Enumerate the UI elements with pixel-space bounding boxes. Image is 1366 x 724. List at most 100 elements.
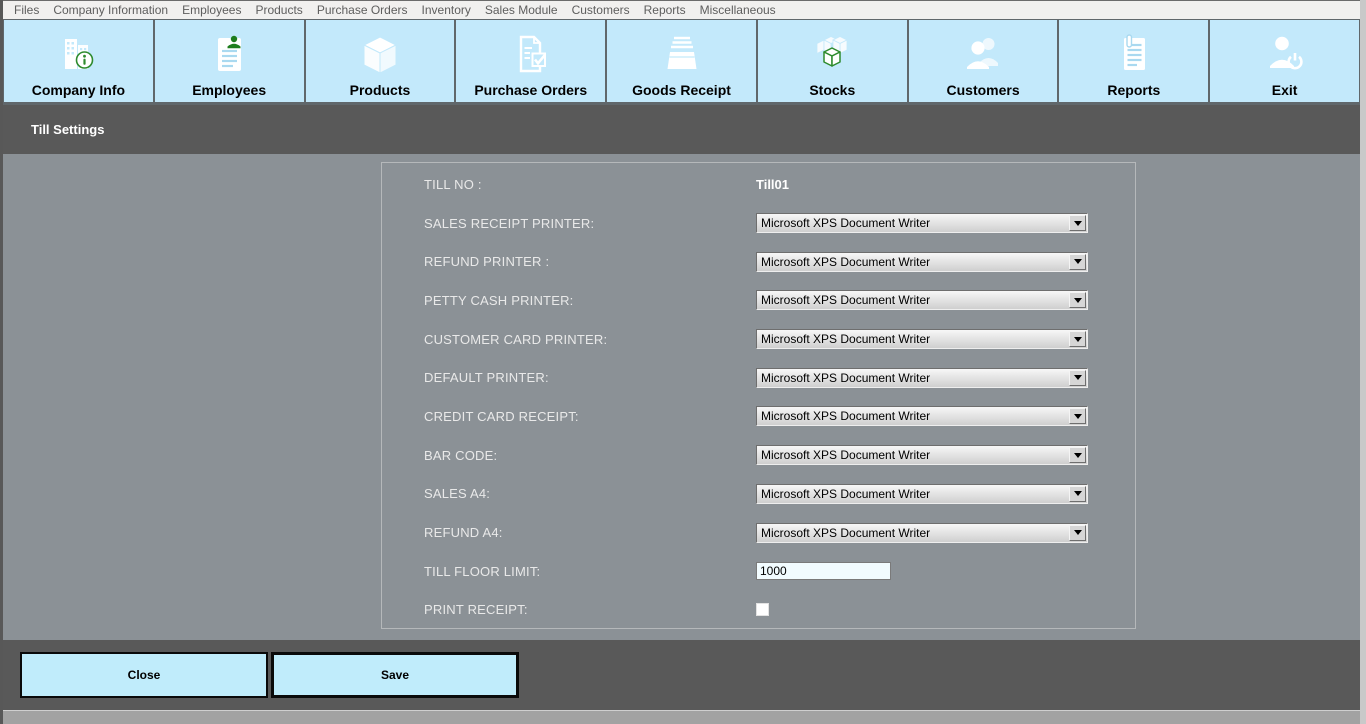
customer-card-printer-row: CUSTOMER CARD PRINTER: Microsoft XPS Doc… [382, 320, 1135, 359]
menu-purchase-orders[interactable]: Purchase Orders [310, 3, 415, 17]
chevron-down-icon[interactable] [1069, 292, 1086, 308]
toolbar-exit-button[interactable]: Exit [1210, 20, 1359, 102]
page-title: Till Settings [31, 122, 104, 137]
default-printer-row: DEFAULT PRINTER: Microsoft XPS Document … [382, 358, 1135, 397]
toolbar-purchase-orders-button[interactable]: Purchase Orders [456, 20, 605, 102]
save-button[interactable]: Save [271, 652, 519, 698]
till-no-row: TILL NO : Till01 [382, 165, 1135, 204]
goods-receipt-icon [658, 32, 706, 78]
sales-receipt-printer-dropdown[interactable]: Microsoft XPS Document Writer [756, 213, 1088, 233]
field-label: SALES RECEIPT PRINTER: [424, 216, 756, 231]
menu-sales-module[interactable]: Sales Module [478, 3, 565, 17]
products-icon [356, 32, 404, 78]
toolbar-goods-receipt-button[interactable]: Goods Receipt [607, 20, 756, 102]
credit-card-receipt-dropdown[interactable]: Microsoft XPS Document Writer [756, 406, 1088, 426]
field-label: SALES A4: [424, 486, 756, 501]
toolbar-label: Purchase Orders [474, 82, 587, 98]
field-label: TILL NO : [424, 177, 756, 192]
dropdown-value: Microsoft XPS Document Writer [757, 407, 1068, 425]
dropdown-value: Microsoft XPS Document Writer [757, 446, 1068, 464]
employees-icon [205, 32, 253, 78]
menu-inventory[interactable]: Inventory [415, 3, 478, 17]
till-floor-limit-row: TILL FLOOR LIMIT: [382, 552, 1135, 591]
toolbar-label: Products [350, 82, 411, 98]
reports-icon [1110, 32, 1158, 78]
refund-printer-dropdown[interactable]: Microsoft XPS Document Writer [756, 252, 1088, 272]
toolbar-customers-button[interactable]: Customers [909, 20, 1058, 102]
chevron-down-icon[interactable] [1069, 254, 1086, 270]
toolbar-label: Goods Receipt [632, 82, 731, 98]
field-label: REFUND A4: [424, 525, 756, 540]
petty-cash-printer-row: PETTY CASH PRINTER: Microsoft XPS Docume… [382, 281, 1135, 320]
field-label: BAR CODE: [424, 448, 756, 463]
purchase-orders-icon [507, 32, 555, 78]
sales-receipt-printer-row: SALES RECEIPT PRINTER: Microsoft XPS Doc… [382, 204, 1135, 243]
field-label: PRINT RECEIPT: [424, 602, 756, 617]
menu-employees[interactable]: Employees [175, 3, 248, 17]
menu-files[interactable]: Files [7, 3, 46, 17]
app-window: Files Company Information Employees Prod… [0, 0, 1366, 724]
toolbar-employees-button[interactable]: Employees [155, 20, 304, 102]
toolbar-reports-button[interactable]: Reports [1059, 20, 1208, 102]
sales-a4-row: SALES A4: Microsoft XPS Document Writer [382, 475, 1135, 514]
toolbar-label: Stocks [809, 82, 855, 98]
toolbar: Company Info Employees [3, 19, 1360, 105]
refund-a4-dropdown[interactable]: Microsoft XPS Document Writer [756, 523, 1088, 543]
menu-bar: Files Company Information Employees Prod… [3, 0, 1360, 19]
field-label: PETTY CASH PRINTER: [424, 293, 756, 308]
default-printer-dropdown[interactable]: Microsoft XPS Document Writer [756, 368, 1088, 388]
page-header: Till Settings [3, 105, 1360, 154]
stocks-icon [808, 32, 856, 78]
refund-a4-row: REFUND A4: Microsoft XPS Document Writer [382, 513, 1135, 552]
toolbar-label: Company Info [32, 82, 125, 98]
field-label: DEFAULT PRINTER: [424, 370, 756, 385]
till-floor-limit-input[interactable] [756, 562, 891, 580]
menu-products[interactable]: Products [248, 3, 309, 17]
toolbar-products-button[interactable]: Products [306, 20, 455, 102]
refund-printer-row: REFUND PRINTER : Microsoft XPS Document … [382, 242, 1135, 281]
print-receipt-checkbox[interactable] [756, 603, 769, 616]
credit-card-receipt-row: CREDIT CARD RECEIPT: Microsoft XPS Docum… [382, 397, 1135, 436]
toolbar-label: Exit [1272, 82, 1298, 98]
dropdown-value: Microsoft XPS Document Writer [757, 253, 1068, 271]
chevron-down-icon[interactable] [1069, 331, 1086, 347]
petty-cash-printer-dropdown[interactable]: Microsoft XPS Document Writer [756, 290, 1088, 310]
bar-code-dropdown[interactable]: Microsoft XPS Document Writer [756, 445, 1088, 465]
chevron-down-icon[interactable] [1069, 525, 1086, 541]
toolbar-label: Reports [1107, 82, 1160, 98]
exit-icon [1261, 32, 1309, 78]
field-label: CREDIT CARD RECEIPT: [424, 409, 756, 424]
menu-reports[interactable]: Reports [637, 3, 693, 17]
bar-code-row: BAR CODE: Microsoft XPS Document Writer [382, 436, 1135, 475]
field-label: REFUND PRINTER : [424, 254, 756, 269]
till-no-value: Till01 [756, 177, 789, 192]
toolbar-stocks-button[interactable]: Stocks [758, 20, 907, 102]
footer-bar: Close Save [3, 640, 1360, 710]
dropdown-value: Microsoft XPS Document Writer [757, 330, 1068, 348]
menu-company-information[interactable]: Company Information [46, 3, 175, 17]
chevron-down-icon[interactable] [1069, 408, 1086, 424]
menu-customers[interactable]: Customers [565, 3, 637, 17]
sales-a4-dropdown[interactable]: Microsoft XPS Document Writer [756, 484, 1088, 504]
toolbar-company-info-button[interactable]: Company Info [4, 20, 153, 102]
chevron-down-icon[interactable] [1069, 370, 1086, 386]
chevron-down-icon[interactable] [1069, 486, 1086, 502]
toolbar-label: Employees [192, 82, 266, 98]
till-settings-panel: TILL NO : Till01 SALES RECEIPT PRINTER: … [381, 162, 1136, 629]
dropdown-value: Microsoft XPS Document Writer [757, 214, 1068, 232]
customers-icon [959, 32, 1007, 78]
dropdown-value: Microsoft XPS Document Writer [757, 524, 1068, 542]
chevron-down-icon[interactable] [1069, 215, 1086, 231]
field-label: CUSTOMER CARD PRINTER: [424, 332, 756, 347]
chevron-down-icon[interactable] [1069, 447, 1086, 463]
dropdown-value: Microsoft XPS Document Writer [757, 291, 1068, 309]
company-info-icon [54, 32, 102, 78]
dropdown-value: Microsoft XPS Document Writer [757, 369, 1068, 387]
toolbar-label: Customers [947, 82, 1020, 98]
dropdown-value: Microsoft XPS Document Writer [757, 485, 1068, 503]
close-button[interactable]: Close [20, 652, 268, 698]
menu-miscellaneous[interactable]: Miscellaneous [693, 3, 783, 17]
window-bottom-frame [3, 710, 1360, 724]
customer-card-printer-dropdown[interactable]: Microsoft XPS Document Writer [756, 329, 1088, 349]
print-receipt-row: PRINT RECEIPT: [382, 591, 1135, 630]
